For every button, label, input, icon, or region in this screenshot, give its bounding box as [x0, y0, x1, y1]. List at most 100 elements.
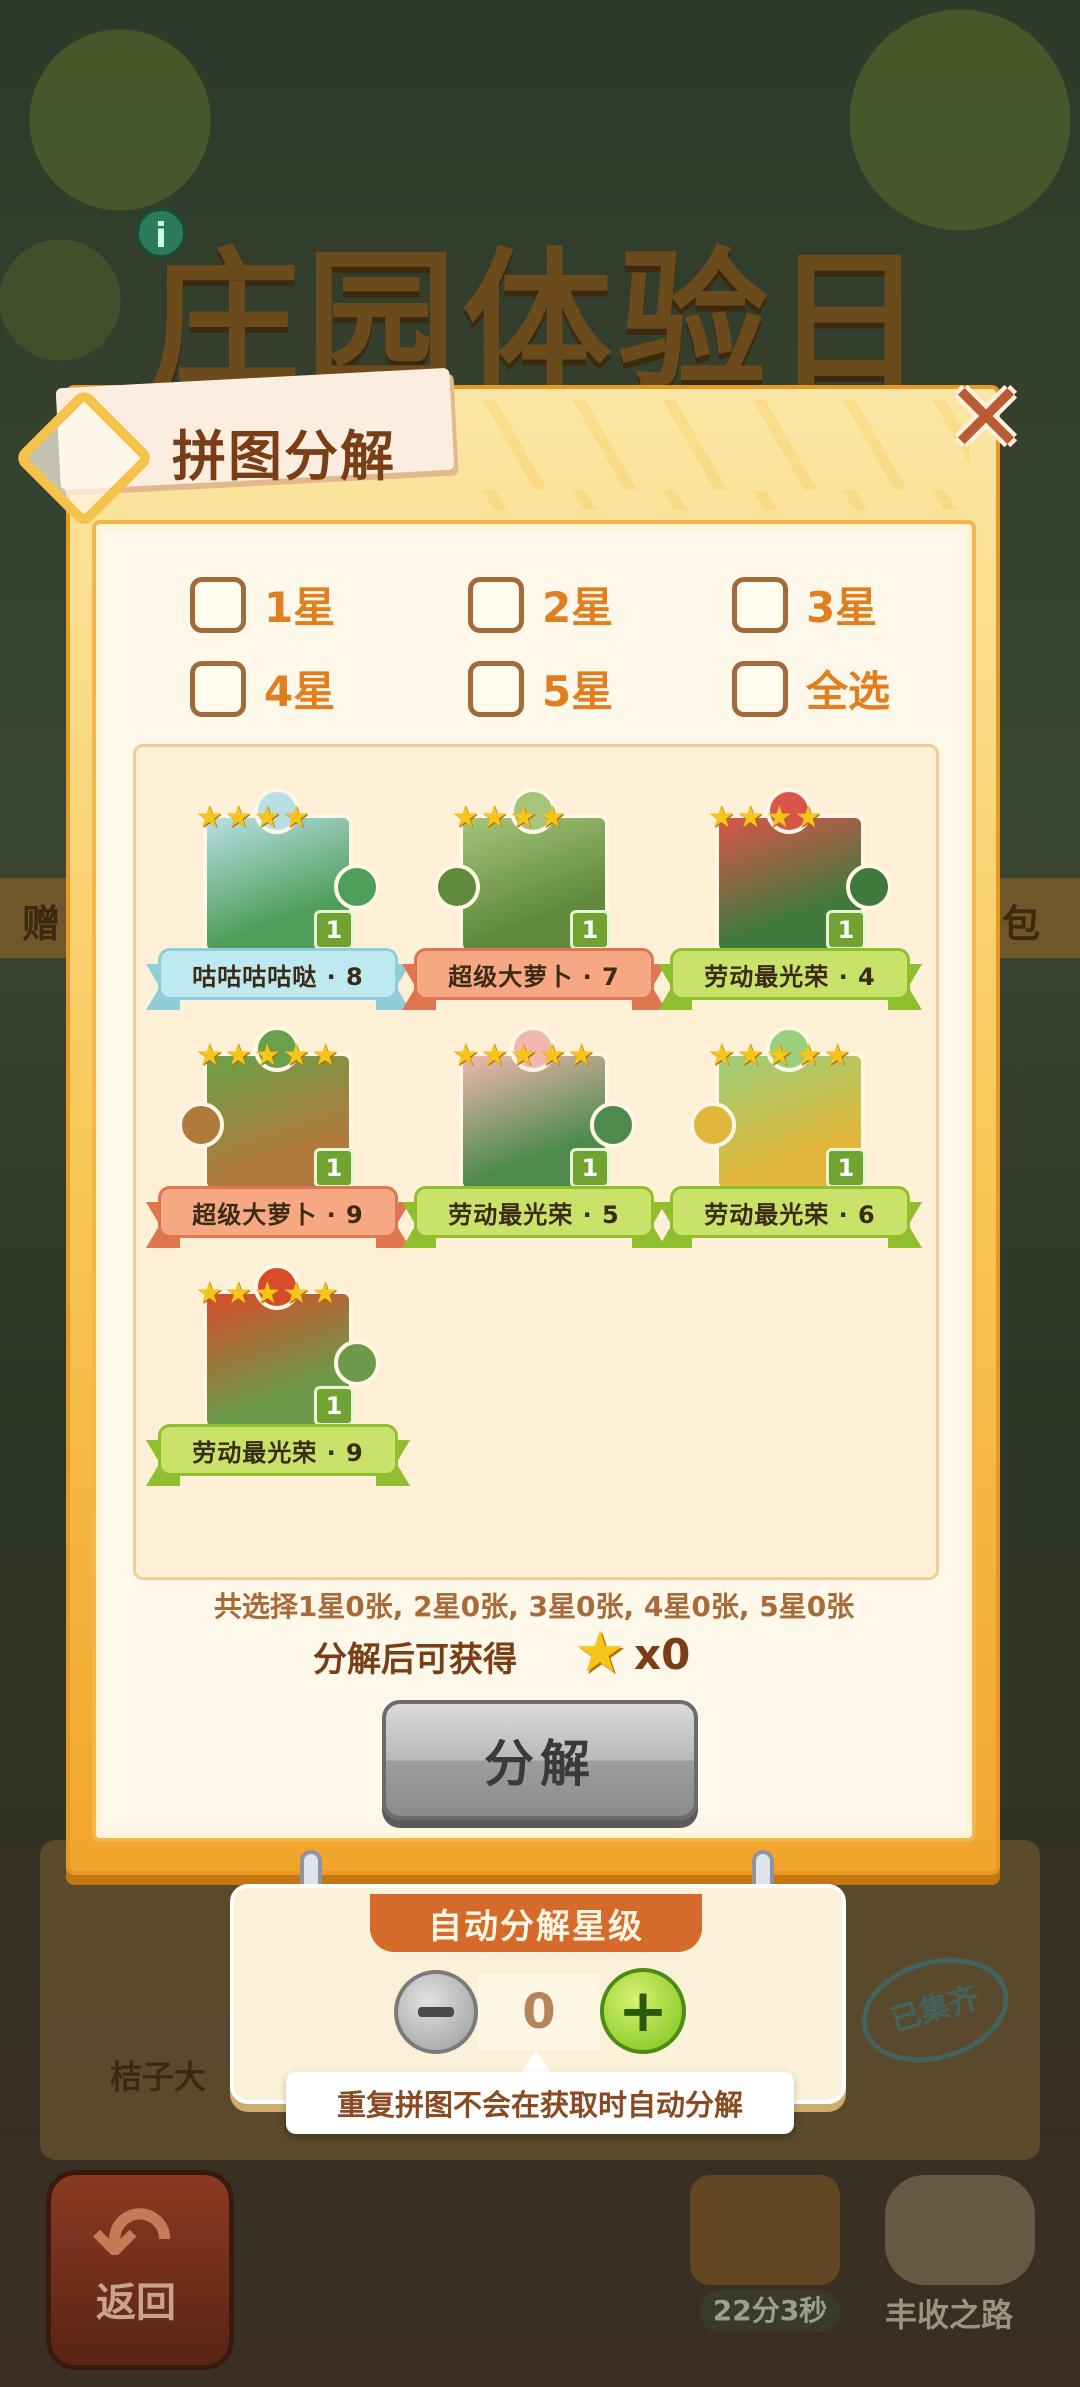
star-icon: ★	[452, 1038, 479, 1073]
star-icon: ★	[196, 1038, 223, 1073]
star-icon: ★	[480, 800, 508, 835]
puzzle-knob	[434, 864, 480, 910]
filter-5-star[interactable]: 5星	[468, 658, 613, 719]
filter-2-star[interactable]: 2星	[468, 574, 613, 635]
piece-count-badge: 1	[314, 1386, 354, 1426]
puzzle-piece[interactable]: ★ ★ ★ ★ ★ 1 超级大萝卜 · 9	[146, 1010, 410, 1250]
background-card-label: 桔子大	[110, 2058, 207, 2096]
filter-select-all[interactable]: 全选	[732, 658, 890, 719]
puzzle-piece[interactable]: ★ ★ ★ ★ 1 超级大萝卜 · 7	[402, 772, 666, 1012]
piece-count-badge: 1	[826, 1148, 866, 1188]
piece-count-badge: 1	[314, 910, 354, 950]
star-icon: ★	[452, 800, 479, 835]
star-icon: ★	[224, 800, 252, 835]
star-icon: ★	[823, 1038, 851, 1073]
filter-label: 2星	[542, 583, 614, 632]
star-icon: ★	[282, 1276, 310, 1311]
selection-summary: 共选择1星0张, 2星0张, 3星0张, 4星0张, 5星0张	[213, 1590, 855, 1623]
increase-button[interactable]: +	[600, 1968, 686, 2054]
puzzle-piece[interactable]: ★ ★ ★ ★ ★ 1 劳动最光荣 · 9	[146, 1248, 410, 1488]
puzzle-knob	[334, 1340, 380, 1386]
piece-count-badge: 1	[826, 910, 866, 950]
puzzle-piece-name: 劳动最光荣 · 6	[670, 1186, 910, 1238]
star-icon: ★	[574, 1618, 626, 1686]
plus-icon: +	[617, 1976, 669, 2046]
star-icon: ★	[765, 1038, 793, 1073]
star-rating: ★ ★ ★ ★	[708, 800, 822, 835]
star-icon: ★	[253, 1038, 281, 1073]
star-icon: ★	[765, 800, 793, 835]
auto-decompose-header: 自动分解星级	[370, 1894, 702, 1952]
piece-count-badge: 1	[570, 1148, 610, 1188]
puzzle-knob	[690, 1102, 736, 1148]
back-label: 返回	[96, 2280, 176, 2326]
star-icon: ★	[538, 800, 566, 835]
puzzle-piece[interactable]: ★ ★ ★ ★ ★ 1 劳动最光荣 · 6	[658, 1010, 922, 1250]
filter-label: 1星	[264, 583, 336, 632]
filter-3-star[interactable]: 3星	[732, 574, 877, 635]
star-icon: ★	[282, 1038, 310, 1073]
star-icon: ★	[794, 800, 822, 835]
star-icon: ★	[311, 1276, 339, 1311]
star-icon: ★	[736, 1038, 764, 1073]
checkbox[interactable]	[468, 576, 524, 633]
background-strip-left-text: 赠	[22, 902, 61, 946]
checkbox[interactable]	[468, 660, 524, 717]
star-rating: ★ ★ ★ ★ ★	[196, 1038, 339, 1073]
star-rating: ★ ★ ★ ★	[196, 800, 310, 835]
decompose-button[interactable]: 分解	[382, 1700, 698, 1820]
auto-star-level-value: 0	[522, 1984, 556, 2040]
reward-count: x0	[634, 1630, 691, 1679]
event-title: 庄园体验日	[150, 235, 931, 409]
star-icon: ★	[311, 1038, 339, 1073]
tooltip-arrow	[520, 2052, 552, 2074]
decompose-button-label: 分解	[484, 1735, 596, 1793]
reward-label: 分解后可获得	[313, 1640, 517, 1680]
puzzle-knob	[846, 864, 892, 910]
filter-label: 5星	[542, 667, 614, 716]
checkbox[interactable]	[190, 576, 246, 633]
star-icon: ★	[736, 800, 764, 835]
star-icon: ★	[480, 1038, 508, 1073]
puzzle-piece-name: 咕咕咕咕哒 · 8	[158, 948, 398, 1000]
piece-count-badge: 1	[314, 1148, 354, 1188]
filter-4-star[interactable]: 4星	[190, 658, 335, 719]
star-rating: ★ ★ ★ ★ ★	[196, 1276, 339, 1311]
star-icon: ★	[509, 800, 537, 835]
star-icon: ★	[509, 1038, 537, 1073]
background-strip-right-text: 包	[1002, 902, 1041, 946]
star-icon: ★	[708, 800, 735, 835]
puzzle-piece[interactable]: ★ ★ ★ ★ 1 劳动最光荣 · 4	[658, 772, 922, 1012]
star-icon: ★	[224, 1038, 252, 1073]
star-icon: ★	[567, 1038, 595, 1073]
puzzle-knob	[590, 1102, 636, 1148]
puzzle-piece[interactable]: ★ ★ ★ ★ ★ 1 劳动最光荣 · 5	[402, 1010, 666, 1250]
star-icon: ★	[224, 1276, 252, 1311]
puzzle-piece-name: 劳动最光荣 · 4	[670, 948, 910, 1000]
star-icon: ★	[253, 800, 281, 835]
checkbox[interactable]	[732, 576, 788, 633]
close-button[interactable]: ✕	[946, 370, 1026, 466]
panel-decoration	[470, 400, 970, 510]
filter-label: 3星	[806, 583, 878, 632]
puzzle-piece-name: 超级大萝卜 · 7	[414, 948, 654, 1000]
harvest-road-icon[interactable]	[885, 2175, 1035, 2285]
piece-count-badge: 1	[570, 910, 610, 950]
star-icon: ★	[282, 800, 310, 835]
star-icon: ★	[794, 1038, 822, 1073]
timer-text: 22分3秒	[700, 2290, 840, 2332]
harvest-road-label: 丰收之路	[885, 2296, 1014, 2334]
puzzle-piece-name: 劳动最光荣 · 9	[158, 1424, 398, 1476]
star-icon: ★	[538, 1038, 566, 1073]
filter-label: 全选	[806, 667, 891, 716]
star-rating: ★ ★ ★ ★	[452, 800, 566, 835]
checkbox[interactable]	[190, 660, 246, 717]
filter-1-star[interactable]: 1星	[190, 574, 335, 635]
star-rating: ★ ★ ★ ★ ★	[708, 1038, 851, 1073]
timer-chest-icon[interactable]	[690, 2175, 840, 2285]
checkbox[interactable]	[732, 660, 788, 717]
puzzle-piece-name: 超级大萝卜 · 9	[158, 1186, 398, 1238]
puzzle-piece[interactable]: ★ ★ ★ ★ 1 咕咕咕咕哒 · 8	[146, 772, 410, 1012]
decrease-button[interactable]	[394, 1970, 478, 2054]
filter-label: 4星	[264, 667, 336, 716]
